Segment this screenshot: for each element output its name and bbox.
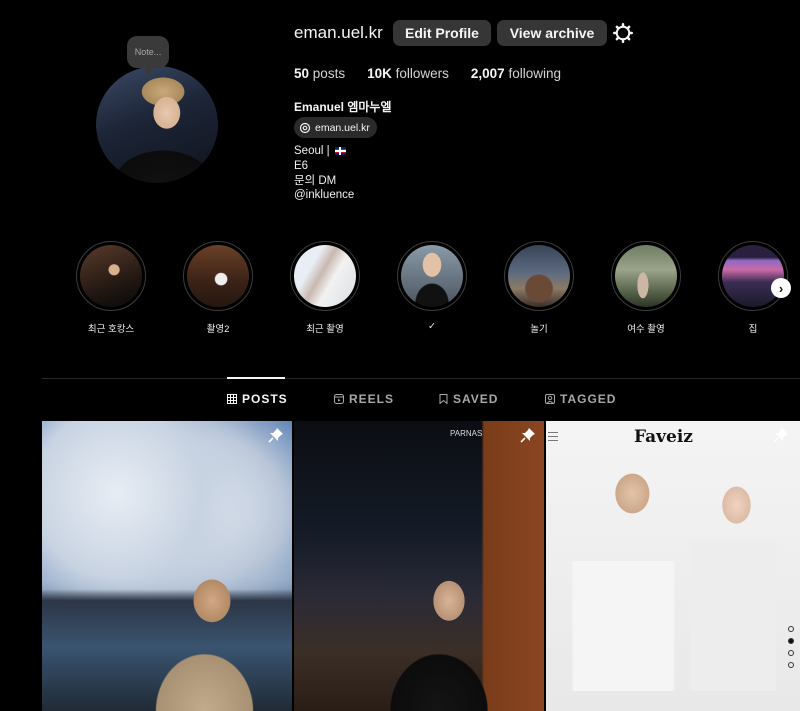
bio-line: E6	[294, 159, 309, 172]
highlight-cover	[80, 245, 142, 307]
highlight-cover	[294, 245, 356, 307]
pinned-icon	[268, 428, 283, 443]
highlight-item[interactable]: 놀기	[504, 241, 574, 335]
reels-icon	[334, 394, 344, 404]
avatar-image[interactable]	[96, 66, 218, 183]
following-count: 2,007	[470, 66, 505, 81]
bookmark-icon	[439, 394, 448, 404]
tab-tagged[interactable]: TAGGED	[545, 392, 616, 406]
highlight-item[interactable]: 최근 촬영	[290, 241, 360, 335]
following-label: following	[508, 66, 561, 81]
followers-count: 10K	[367, 66, 392, 81]
posts-label: posts	[312, 66, 346, 81]
highlight-cover	[401, 245, 463, 307]
followers-label: followers	[395, 66, 449, 81]
highlight-item[interactable]: 여수 촬영	[611, 241, 681, 335]
note-bubble[interactable]: Note...	[127, 36, 169, 74]
carousel-dot	[788, 626, 794, 632]
tab-label: TAGGED	[560, 392, 617, 406]
post-thumbnail[interactable]	[546, 421, 800, 711]
profile-avatar[interactable]	[96, 66, 218, 183]
uk-flag-icon	[334, 146, 346, 155]
note-text: Note...	[134, 47, 162, 57]
tab-label: SAVED	[453, 392, 499, 406]
highlight-label: 최근 촬영	[306, 324, 344, 335]
pinned-icon	[520, 428, 535, 443]
tab-label: POSTS	[242, 392, 288, 406]
settings-gear-icon[interactable]	[613, 23, 633, 43]
following-stat[interactable]: 2,007 following	[471, 66, 561, 81]
edit-profile-button[interactable]: Edit Profile	[393, 20, 491, 46]
tab-label: REELS	[349, 392, 395, 406]
brand-logo-text: Faveiz	[634, 427, 693, 447]
followers-stat[interactable]: 10K followers	[367, 66, 449, 81]
threads-icon	[299, 122, 311, 133]
highlights-next-chevron-icon[interactable]: ›	[771, 278, 791, 298]
bio: Seoul | E6 문의 DM @inkluence	[294, 144, 354, 203]
highlight-item[interactable]: ✓	[397, 241, 467, 332]
highlight-label: 집	[748, 324, 758, 335]
highlight-item[interactable]: 최근 호캉스	[76, 241, 146, 335]
tab-saved[interactable]: SAVED	[439, 392, 498, 406]
highlight-cover	[187, 245, 249, 307]
highlight-label: 촬영2	[206, 324, 230, 335]
view-archive-button[interactable]: View archive	[497, 20, 607, 46]
tab-reels[interactable]: REELS	[334, 392, 394, 406]
active-tab-indicator	[227, 377, 285, 379]
tabs-divider	[42, 378, 800, 379]
bio-mention-link[interactable]: @inkluence	[294, 188, 354, 203]
highlight-item[interactable]: 촬영2	[183, 241, 253, 335]
highlight-label: ✓	[428, 321, 436, 332]
tagged-person-icon	[545, 394, 555, 404]
full-name: Emanuel 엠마누엘	[294, 100, 392, 114]
profile-stats: 50 posts 10K followers 2,007 following	[294, 66, 583, 81]
bio-line-location: Seoul |	[294, 144, 354, 159]
post-thumbnail[interactable]: PARNAS	[294, 421, 544, 711]
highlight-label: 여수 촬영	[627, 324, 665, 335]
bio-line: 문의 DM	[294, 174, 337, 187]
pinned-icon	[773, 428, 788, 443]
carousel-dots	[788, 626, 796, 674]
carousel-dot-active	[788, 638, 794, 644]
grid-icon	[227, 394, 237, 404]
carousel-dot	[788, 650, 794, 656]
highlight-cover	[615, 245, 677, 307]
username: eman.uel.kr	[294, 23, 383, 42]
menu-lines-icon	[548, 432, 558, 444]
highlight-cover	[722, 245, 784, 307]
highlight-label: 최근 호캉스	[87, 324, 135, 335]
post-thumbnail[interactable]	[42, 421, 292, 711]
posts-count: 50	[294, 66, 310, 81]
story-highlights: 최근 호캉스 촬영2 최근 촬영 ✓ 놀기 여수 촬영 집	[76, 241, 800, 336]
threads-handle: eman.uel.kr	[315, 121, 370, 134]
tab-posts[interactable]: POSTS	[227, 392, 288, 406]
posts-stat: 50 posts	[294, 66, 345, 81]
threads-badge[interactable]: eman.uel.kr	[294, 117, 377, 138]
highlight-label: 놀기	[530, 324, 548, 335]
building-sign-text: PARNAS	[450, 429, 483, 438]
highlight-cover	[508, 245, 570, 307]
carousel-dot	[788, 662, 794, 668]
